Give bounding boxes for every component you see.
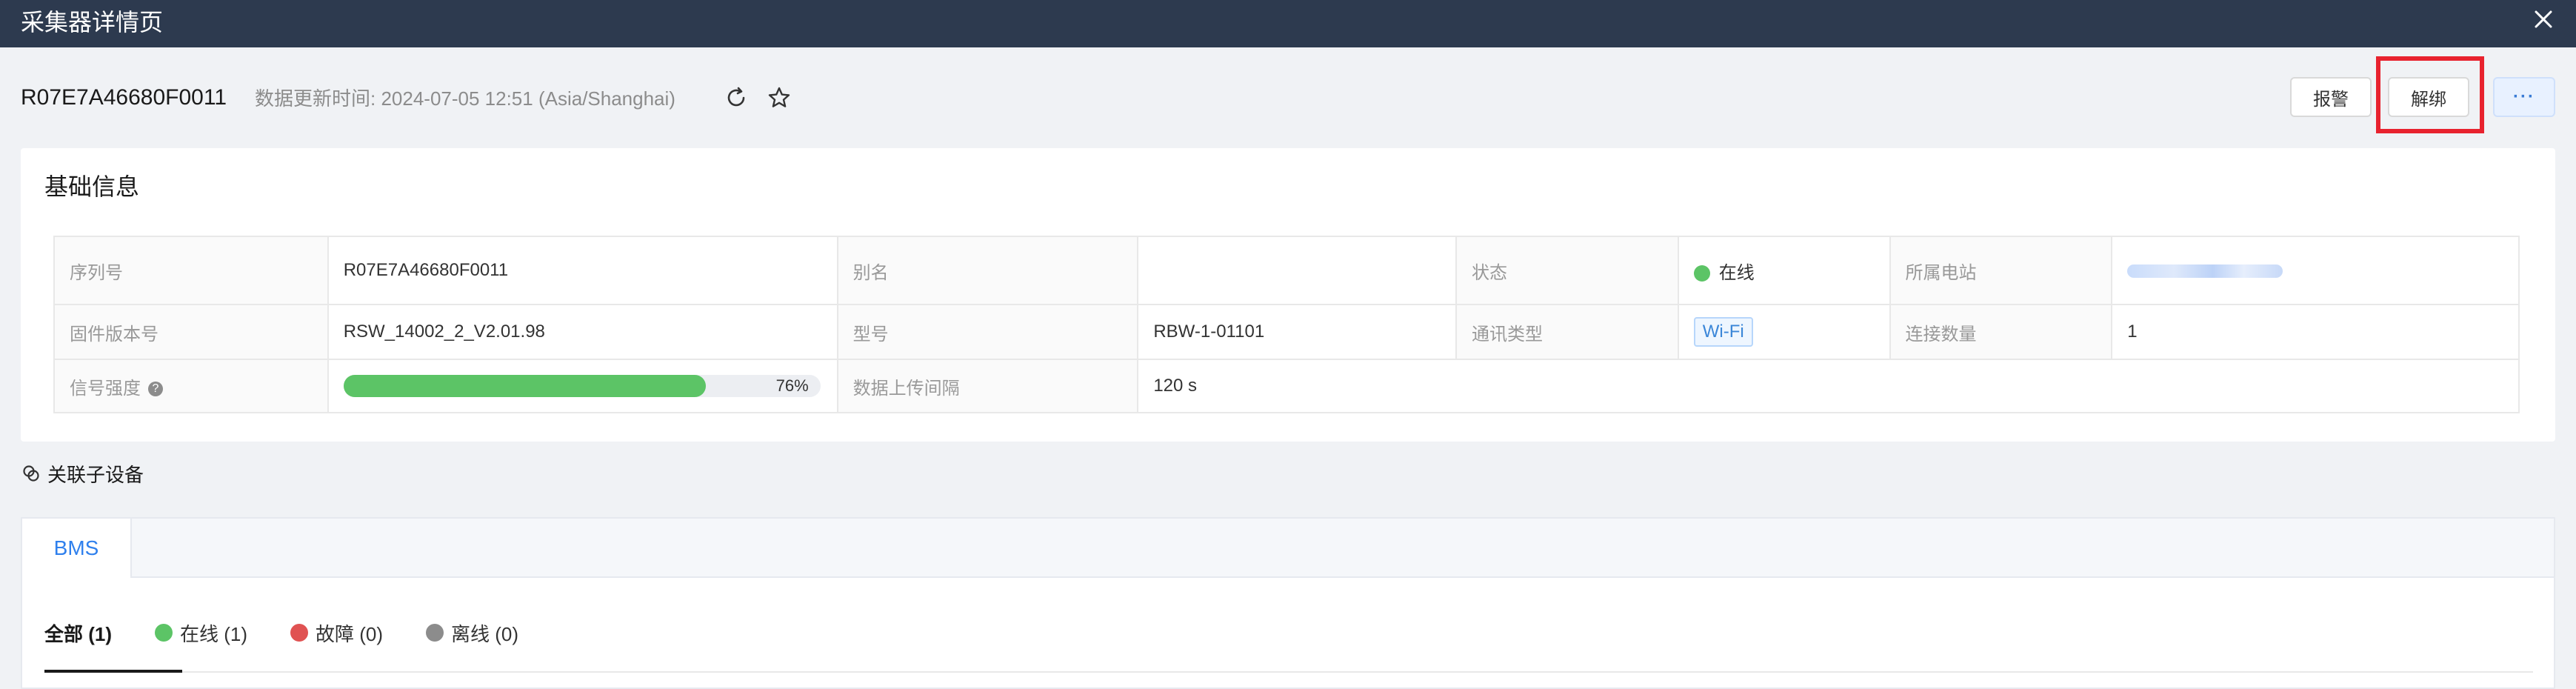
filter-offline[interactable]: 离线 (0) xyxy=(426,619,518,647)
filter-online-label: 在线 (1) xyxy=(180,622,248,645)
serial-value: R07E7A46680F0011 xyxy=(327,236,838,305)
online-dot xyxy=(155,624,173,642)
filter-fault-label: 故障 (0) xyxy=(316,622,384,645)
close-icon[interactable] xyxy=(2529,4,2558,34)
basic-info-table: 序列号 R07E7A46680F0011 别名 状态 在线 所属电站 固件版本号… xyxy=(53,236,2520,413)
conn-count-label: 连接数量 xyxy=(1889,304,2113,360)
title-bar: 采集器详情页 xyxy=(0,0,2576,47)
signal-cell: 76% xyxy=(327,359,838,413)
serial-label: 序列号 xyxy=(53,236,329,305)
online-status-dot xyxy=(1693,265,1710,282)
window-title: 采集器详情页 xyxy=(21,9,164,36)
model-label: 型号 xyxy=(836,304,1139,360)
basic-info-card: 基础信息 序列号 R07E7A46680F0011 别名 状态 在线 所属电站 … xyxy=(21,148,2555,442)
signal-progress-fill xyxy=(343,375,707,397)
unbind-highlight-box xyxy=(2376,56,2484,133)
station-name-redacted[interactable] xyxy=(2127,264,2283,278)
sub-devices-panel: BMS 全部 (1) 在线 (1) 故障 (0) 离线 (0) xyxy=(21,517,2555,689)
signal-progress-bar: 76% xyxy=(343,375,821,397)
table-row: 序列号 R07E7A46680F0011 别名 状态 在线 所属电站 xyxy=(53,236,2520,305)
station-cell[interactable] xyxy=(2111,236,2520,305)
refresh-icon[interactable] xyxy=(721,83,751,113)
sub-devices-header: 关联子设备 xyxy=(21,461,144,486)
conn-count-value: 1 xyxy=(2111,304,2520,360)
comm-type-cell: Wi-Fi xyxy=(1677,304,1891,360)
model-value: RBW-1-01101 xyxy=(1137,304,1457,360)
filter-online[interactable]: 在线 (1) xyxy=(155,619,247,647)
signal-label: 信号强度 xyxy=(70,378,141,399)
alias-label: 别名 xyxy=(836,236,1139,305)
filter-all[interactable]: 全部 (1) xyxy=(44,619,112,647)
sub-devices-title: 关联子设备 xyxy=(47,463,144,486)
signal-label-cell: 信号强度? xyxy=(53,359,329,413)
tab-bms[interactable]: BMS xyxy=(22,519,132,578)
fault-dot xyxy=(290,624,309,642)
station-label: 所属电站 xyxy=(1889,236,2113,305)
update-time: 数据更新时间: 2024-07-05 12:51 (Asia/Shanghai) xyxy=(255,87,675,110)
signal-percent: 76% xyxy=(775,376,809,395)
upload-interval-label: 数据上传间隔 xyxy=(836,359,1139,413)
basic-info-title: 基础信息 xyxy=(44,173,140,200)
status-label: 状态 xyxy=(1455,236,1679,305)
filter-divider xyxy=(44,671,2533,673)
device-id: R07E7A46680F0011 xyxy=(21,85,227,110)
status-value: 在线 xyxy=(1718,262,1755,283)
firmware-value: RSW_14002_2_V2.01.98 xyxy=(327,304,838,360)
comm-type-label: 通讯类型 xyxy=(1455,304,1679,360)
star-icon[interactable] xyxy=(764,83,794,113)
upload-interval-value: 120 s xyxy=(1137,359,2520,413)
firmware-label: 固件版本号 xyxy=(53,304,329,360)
status-cell: 在线 xyxy=(1677,236,1891,305)
alarm-button[interactable]: 报警 xyxy=(2290,77,2372,117)
table-row: 固件版本号 RSW_14002_2_V2.01.98 型号 RBW-1-0110… xyxy=(53,304,2520,360)
filter-all-label: 全部 (1) xyxy=(44,622,113,645)
more-button[interactable]: ··· xyxy=(2493,77,2555,117)
alias-value xyxy=(1137,236,1457,305)
help-icon[interactable]: ? xyxy=(148,382,163,397)
link-icon xyxy=(23,465,39,482)
device-tabs: BMS xyxy=(22,519,2554,578)
table-row: 信号强度? 76% 数据上传间隔 120 s xyxy=(53,359,2520,413)
filter-fault[interactable]: 故障 (0) xyxy=(290,619,383,647)
filter-offline-label: 离线 (0) xyxy=(451,622,519,645)
active-filter-underline xyxy=(44,670,182,673)
offline-dot xyxy=(426,624,444,642)
status-filters: 全部 (1) 在线 (1) 故障 (0) 离线 (0) xyxy=(44,618,561,648)
comm-type-tag: Wi-Fi xyxy=(1693,317,1753,347)
